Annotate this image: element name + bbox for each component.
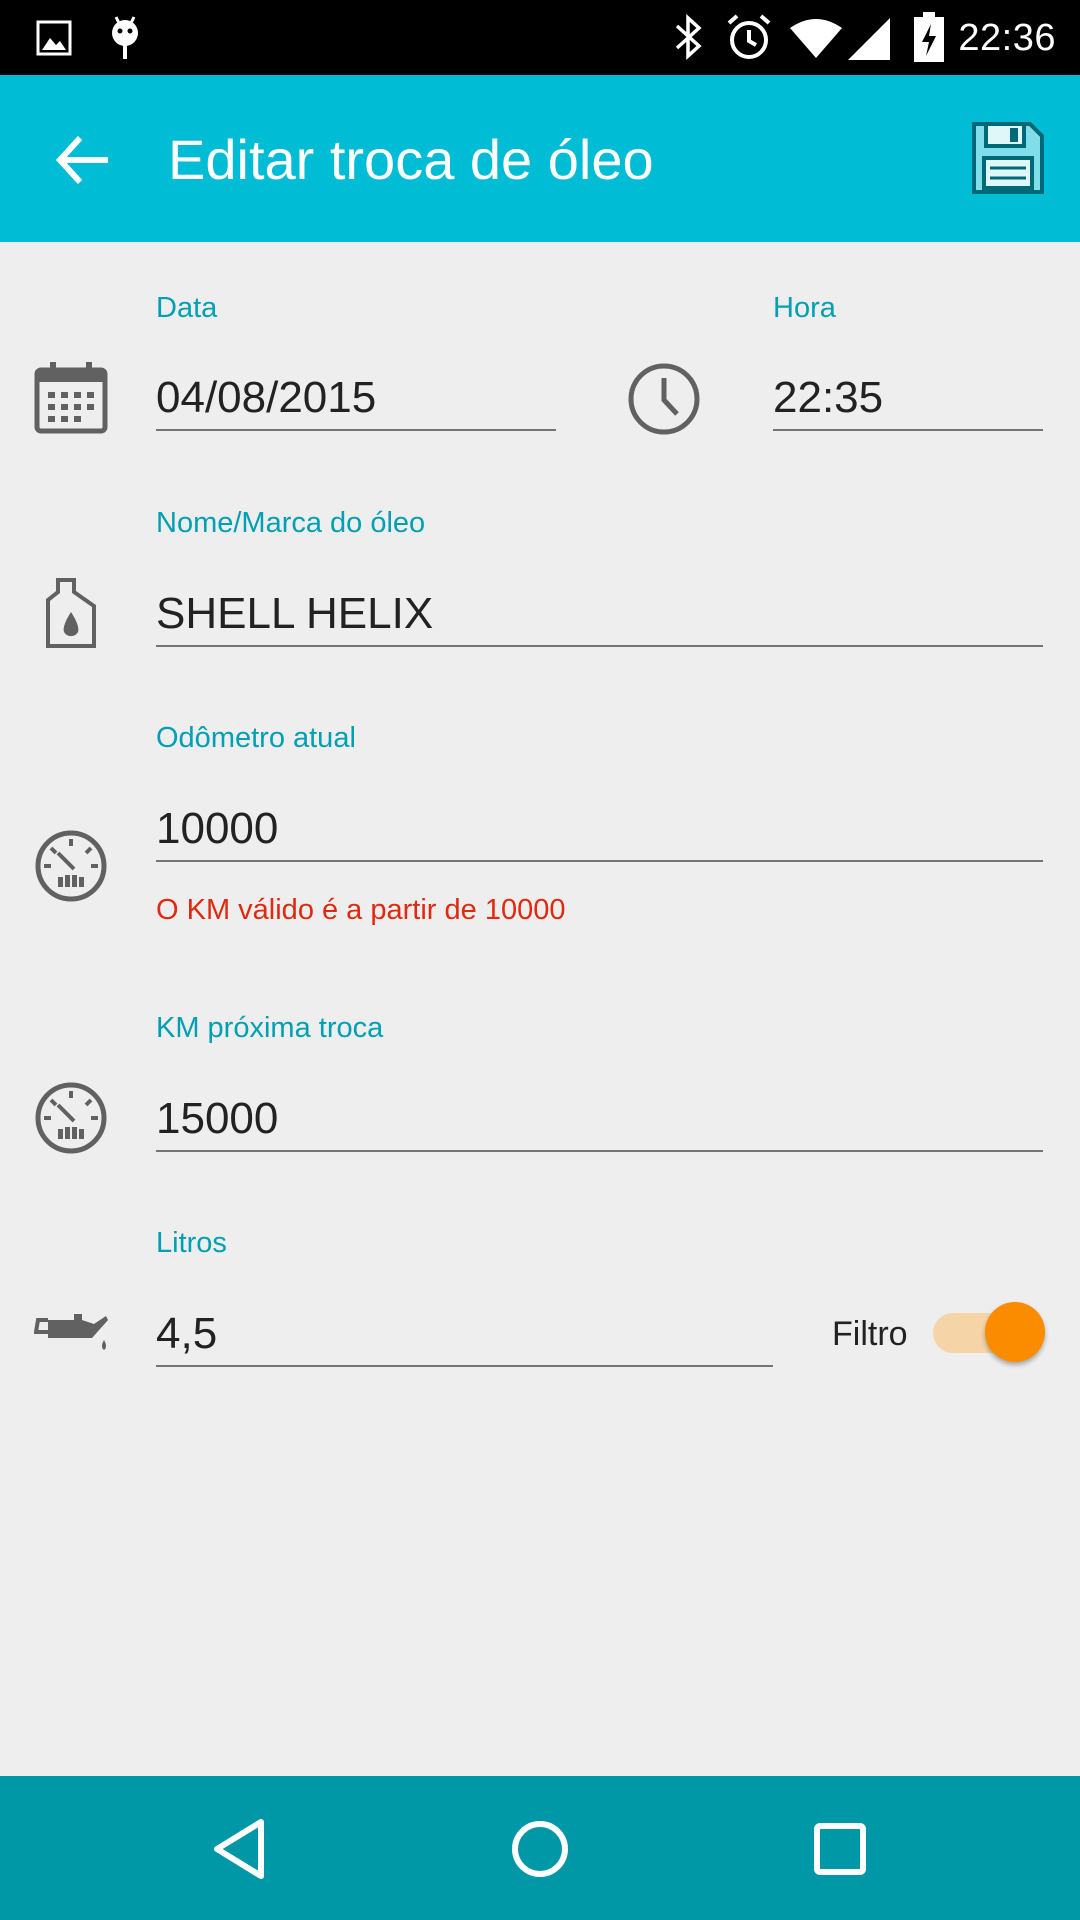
save-button[interactable] <box>970 120 1046 196</box>
bluetooth-icon <box>675 14 702 60</box>
filter-switch-thumb[interactable] <box>985 1302 1045 1362</box>
signal-icon <box>848 18 890 60</box>
date-field[interactable]: 04/08/2015 <box>156 365 556 431</box>
wifi-icon <box>790 19 842 58</box>
arrow-back-icon <box>55 135 108 185</box>
oil-name-label: Nome/Marca do óleo <box>156 507 426 539</box>
filter-label: Filtro <box>832 1315 908 1353</box>
app-bar: Editar troca de óleo <box>0 75 1080 242</box>
clock-icon <box>628 363 700 435</box>
status-bar: 22:36 <box>0 0 1080 75</box>
oil-bottle-icon <box>46 578 96 648</box>
date-label: Data <box>156 292 218 324</box>
speedometer-icon <box>35 1082 107 1154</box>
floppy-disk-icon <box>972 122 1044 194</box>
oil-can-icon <box>34 1314 108 1350</box>
time-field[interactable]: 22:35 <box>773 365 1043 431</box>
next-km-label: KM próxima troca <box>156 1012 384 1044</box>
home-circle-icon <box>512 1821 568 1877</box>
oil-name-field[interactable]: SHELL HELIX <box>156 581 1043 647</box>
calendar-icon <box>34 362 108 434</box>
status-time: 22:36 <box>958 17 1056 59</box>
liters-label: Litros <box>156 1227 227 1259</box>
recents-square-icon <box>814 1823 866 1875</box>
battery-charging-icon <box>914 12 944 62</box>
alarm-icon <box>727 14 771 59</box>
odometer-field[interactable]: 10000 <box>156 796 1043 862</box>
android-icon <box>112 16 138 59</box>
back-button[interactable] <box>52 128 116 192</box>
liters-field[interactable]: 4,5 <box>156 1301 773 1367</box>
next-km-field[interactable]: 15000 <box>156 1086 1043 1152</box>
image-icon <box>36 20 72 56</box>
page-title: Editar troca de óleo <box>168 128 654 191</box>
nav-home-button[interactable] <box>505 1814 575 1884</box>
nav-bar <box>0 1776 1080 1920</box>
odometer-error: O KM válido é a partir de 10000 <box>156 894 566 926</box>
time-label: Hora <box>773 292 836 324</box>
nav-recents-button[interactable] <box>805 1814 875 1884</box>
nav-back-button[interactable] <box>205 1814 275 1884</box>
speedometer-icon <box>35 830 107 902</box>
odometer-label: Odômetro atual <box>156 722 356 754</box>
back-triangle-icon <box>214 1819 264 1879</box>
